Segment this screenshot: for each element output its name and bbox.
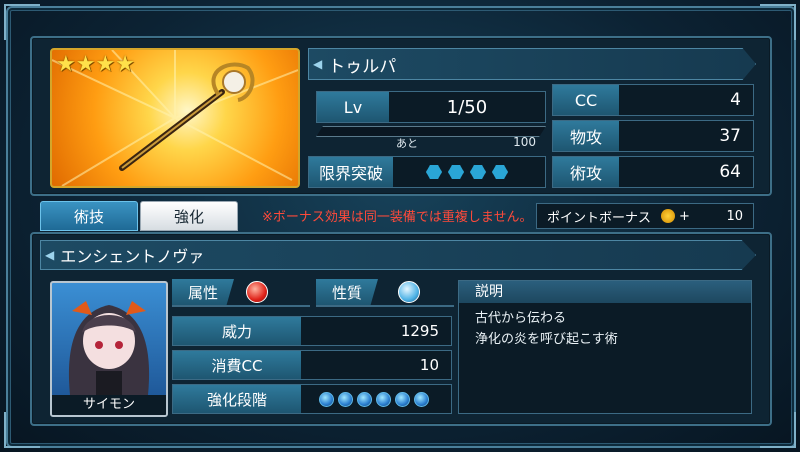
bonus-notice: ※ボーナス効果は同一装備では重複しません。	[262, 210, 533, 225]
nature-row: 性質	[316, 279, 454, 307]
power-row: 威力 1295	[172, 316, 452, 346]
cc-cost-label: 消費CC	[173, 351, 301, 379]
cc-cost-value: 10	[301, 351, 451, 379]
bonus-icon	[661, 209, 676, 223]
stat-row-physical-attack: 物攻 37	[552, 120, 754, 152]
tab-label: 術技	[73, 207, 104, 226]
point-bonus-value: 10	[726, 208, 743, 224]
nature-label: 性質	[316, 279, 378, 305]
stat-label: 物攻	[553, 121, 619, 151]
point-bonus-plus: +	[679, 208, 690, 224]
limit-break-label: 限界突破	[309, 157, 393, 187]
enhance-gem-icon	[376, 391, 391, 407]
character-portrait[interactable]: サイモン	[50, 281, 168, 417]
star-icon: ★	[115, 52, 135, 77]
stat-value: 64	[619, 157, 753, 187]
stat-label: 術攻	[553, 157, 619, 187]
stat-label: CC	[553, 85, 619, 115]
exp-track	[316, 126, 546, 137]
divider	[172, 305, 310, 307]
limit-break-hex-icon	[470, 165, 486, 179]
point-bonus-box: ポイントボーナス + 10	[536, 203, 754, 229]
level-value: 1/50	[389, 92, 545, 122]
exp-bar: あと 100	[316, 126, 546, 150]
star-rating: ★★★★	[56, 52, 135, 77]
star-icon: ★	[56, 52, 76, 77]
power-label: 威力	[173, 317, 301, 345]
chevron-right-icon: ◀	[45, 248, 55, 262]
item-name: トゥルパ	[328, 56, 397, 77]
limit-break-hex-icon	[448, 165, 464, 179]
tab-skill[interactable]: 術技	[40, 201, 138, 231]
enhance-stage-row: 強化段階	[172, 384, 452, 414]
fire-element-icon[interactable]	[246, 281, 268, 303]
description-line: 浄化の炎を呼び起こす術	[475, 332, 618, 347]
character-avatar	[68, 301, 150, 395]
description-box: 説明 古代から伝わる 浄化の炎を呼び起こす術	[458, 280, 752, 414]
point-bonus-label: ポイントボーナス	[547, 210, 652, 226]
enhance-gems	[301, 385, 451, 413]
tab-enhance[interactable]: 強化	[140, 201, 238, 231]
magic-nature-icon[interactable]	[398, 281, 420, 303]
cc-cost-row: 消費CC 10	[172, 350, 452, 380]
limit-break-hex-icon	[426, 165, 442, 179]
chevron-right-icon: ◀	[313, 57, 323, 71]
tab-label: 強化	[173, 207, 204, 226]
star-icon: ★	[95, 52, 116, 77]
description-title: 説明	[459, 281, 751, 303]
enhance-gem-icon	[357, 391, 372, 407]
enhance-gem-icon	[338, 391, 353, 407]
stat-row-magic-attack: 術攻 64	[552, 156, 754, 188]
attribute-row: 属性	[172, 279, 310, 307]
power-value: 1295	[301, 317, 451, 345]
limit-break-row: 限界突破	[308, 156, 546, 188]
enhance-gem-icon	[319, 391, 334, 407]
skill-name-bar: ◀ エンシェントノヴァ	[40, 240, 756, 270]
enhance-gem-icon	[395, 391, 410, 407]
limit-break-gems	[393, 157, 545, 187]
limit-break-hex-icon	[492, 165, 508, 179]
description-line: 古代から伝わる	[475, 311, 567, 326]
character-name: サイモン	[52, 395, 166, 415]
exp-remaining: 100	[513, 135, 536, 149]
skill-name: エンシェントノヴァ	[60, 247, 205, 266]
item-image: ★★★★	[50, 48, 300, 188]
game-screen: ★★★★ ◀ トゥルパ Lv 1/50 あと 100 限界突破 CC 4 物攻 …	[0, 0, 800, 452]
enhance-gem-icon	[414, 391, 429, 407]
stat-value: 37	[619, 121, 753, 151]
star-icon: ★	[75, 52, 96, 77]
attribute-label: 属性	[172, 279, 234, 305]
divider	[316, 305, 454, 307]
enhance-stage-label: 強化段階	[173, 385, 301, 413]
level-row: Lv 1/50	[316, 91, 546, 123]
corner-ornament	[760, 4, 796, 40]
stat-row-cc: CC 4	[552, 84, 754, 116]
corner-ornament	[4, 4, 40, 40]
item-name-bar: ◀ トゥルパ	[308, 48, 756, 80]
level-label: Lv	[317, 92, 389, 122]
exp-prefix: あと	[396, 137, 418, 150]
stat-value: 4	[619, 85, 753, 115]
